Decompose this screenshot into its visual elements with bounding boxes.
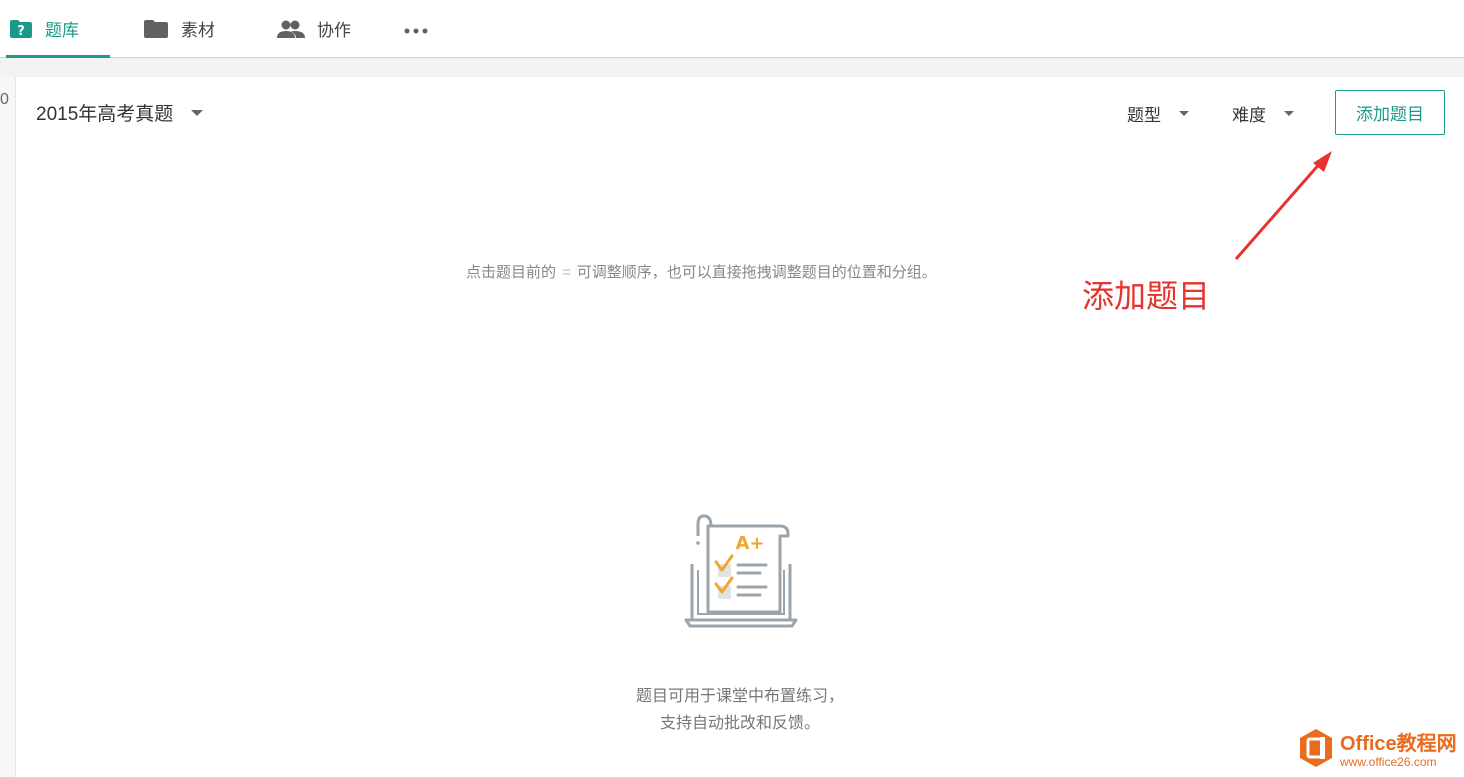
tab-more[interactable] [404,0,428,57]
hint-text: 可调整顺序，也可以直接拖拽调整题目的位置和分组。 [576,264,937,281]
top-tab-bar: ? 题库 素材 协作 [0,0,1464,58]
tab-label: 协作 [317,21,351,40]
empty-state-line: 支持自动批改和反馈。 [659,715,820,732]
header-gap [0,58,1464,77]
chevron-down-icon [1179,111,1189,116]
watermark-logo: Office教程网 www.office26.com [1298,728,1457,773]
bank-selector[interactable]: 2015年高考真题 [36,99,204,126]
hint-text: 点击题目前的 [466,264,557,281]
drag-handle-symbol: = [562,264,571,281]
people-icon [277,19,305,39]
tab-label: 素材 [181,21,215,40]
svg-text:?: ? [17,24,25,39]
annotation-arrow [1234,151,1332,260]
question-type-filter[interactable]: 题型 [1127,101,1189,126]
difficulty-filter[interactable]: 难度 [1232,101,1294,126]
empty-state-description: 题目可用于课堂中布置练习， 支持自动批改和反馈。 [16,683,1464,737]
grade-paper-icon: A+ [684,512,798,635]
more-dots-icon [404,19,428,39]
grade-text: A+ [735,533,764,554]
reorder-hint: 点击题目前的 = 可调整顺序，也可以直接拖拽调整题目的位置和分组。 [16,261,1464,282]
tab-label: 题库 [45,21,79,40]
filter-label: 难度 [1232,106,1266,125]
filter-label: 题型 [1127,106,1161,125]
watermark-title: Office教程网 [1340,732,1457,755]
tab-material[interactable]: 素材 [143,0,215,57]
chevron-down-icon [1284,111,1294,116]
watermark-url: www.office26.com [1340,754,1437,769]
chevron-down-icon [191,109,204,116]
tab-question-bank[interactable]: ? 题库 [6,0,110,58]
bank-name: 2015年高考真题 [36,104,174,125]
question-folder-icon: ? [9,19,33,39]
question-bank-panel: 2015年高考真题 题型 难度 添加题目 添加题目 点击题目前的 = 可调整顺序，也… [16,77,1464,777]
office-logo-icon [1298,728,1334,773]
empty-state-line: 题目可用于课堂中布置练习， [635,688,844,705]
left-panel-edge: 0 [0,77,16,777]
tab-collaboration[interactable]: 协作 [277,0,351,57]
left-panel-edge-text: 0 [0,91,9,108]
add-question-button[interactable]: 添加题目 [1335,90,1445,135]
folder-icon [143,19,169,39]
